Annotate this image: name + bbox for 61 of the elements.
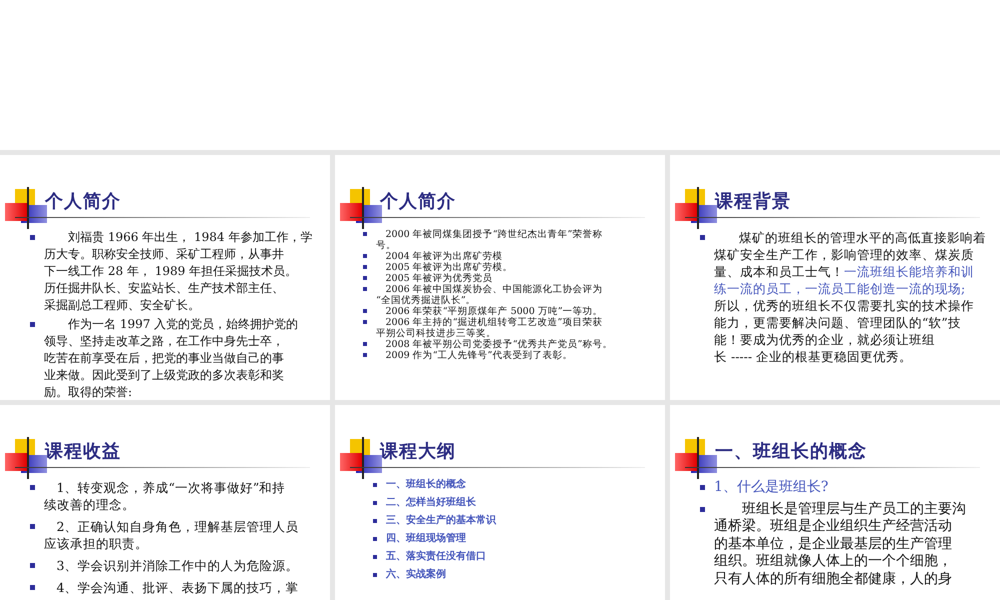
slide[interactable] xyxy=(335,155,665,400)
bullet-text: 4、学会沟通、批评、表扬下属的技巧，掌 xyxy=(56,579,298,596)
bullet-text: 3、学会识别并消除工作中的人为危险源。 xyxy=(56,557,298,574)
slide[interactable]: 课程收益 1、转变观念，养成“一次将事做好”和持 续改善的理念。 2、正确认知自身角色，理解基层管理人员 应该承担的职责。 3、学会识别并消除工作中的人为危险源。 4、学会沟通、批评、表扬下属的技巧，掌 xyxy=(0,405,330,600)
bullet-text: 二、怎样当好班组长 xyxy=(386,497,476,509)
bullet-icon xyxy=(700,506,705,512)
bullet-text: 作为一名 1997 入党的党员，始终拥护党的 领导、坚持走改革之路，在工作中身先士卒， 吃苦在前享受在后，把党的事业当做自己的事 业来做。因此受到了上级党政的多次表彰和奖 励。取得的荣誉: xyxy=(44,316,298,400)
slide[interactable]: 课程背景 煤矿的班组长的管理水平的高低直接影响着 煤矿安全生产工作，影响管理的效率、煤炭质 量、成本和员工士气！一流班组长能培养和训 练一流的员工，一流员工能创造一流的现场; 所以，优秀的班组长不仅需要扎实的技术操作 能力，更需要解决问题、管理团队的“软”技 能！要成为优秀的企业，就必须让班组 长 ----- 企业的根基更稳固更优秀。 xyxy=(670,155,1000,400)
bullet-icon xyxy=(373,573,377,577)
slide[interactable]: 课程大纲 一、班组长的概念 二、怎样当好班组长 三、安全生产的基本常识 四、班组现场管理 五、落实责任没有借口 六、实战案例 xyxy=(335,405,665,600)
bullet-text: 一、班组长的概念 xyxy=(386,479,466,491)
bullet-text: 2005 年被评为优秀党员 xyxy=(384,273,493,284)
bullet-icon xyxy=(363,309,367,313)
bullet-text: 2009 作为“工人先锋号”代表受到了表彰。 xyxy=(384,350,572,361)
slide-title: 个人简介 xyxy=(380,190,456,213)
bullet-icon xyxy=(363,287,367,291)
bullet-text: 五、落实责任没有借口 xyxy=(386,551,486,563)
bullet-icon xyxy=(373,537,377,541)
slide-title: 一、班组长的概念 xyxy=(715,440,867,463)
bullet-text: 2006 年主持的“掘进机组转弯工艺改造”项目荣获 平朔公司科技进步三等奖。 xyxy=(376,317,602,339)
bullet-text: 2004 年被评为出席矿劳模 xyxy=(384,251,503,262)
bullet-icon xyxy=(700,485,705,490)
bullet-text: 2008 年被平朔公司党委授予“优秀共产党员”称号。 xyxy=(384,339,612,350)
bullet-text: 煤矿的班组长的管理水平的高低直接影响着 煤矿安全生产工作，影响管理的效率、煤炭质 量、成本和员工士气！一流班组长能培养和训 练一流的员工，一流员工能创造一流的现场; 所以，优秀的班组长不仅需要扎实的技术操作 能力，更需要解决问题、管理团队的“软”技 能！要成为优秀的企业，就必须让班组 长 ----- 企业的根基更稳固更优秀。 xyxy=(714,229,986,365)
bullet-icon xyxy=(30,563,35,568)
bullet-icon xyxy=(373,519,377,523)
bullet-text: 四、班组现场管理 xyxy=(386,533,466,545)
bullet-icon xyxy=(30,235,35,240)
bullet-text: 班组长是管理层与生产员工的主要沟 通桥梁。班组是企业组织生产经营活动 的基本单位，是企业最基层的生产管理 组织。班组就像人体上的一个个细胞， 只有人体的所有细胞全都健康，人的身 xyxy=(714,500,966,588)
bullet-text: 刘福贵 1966 年出生， 1984 年参加工作，学 历大专。职称安全技师、采矿工程师，从事井 下一线工作 28 年， 1989 年担任采掘技术员。 历任掘井队长、安监站长、生产技术部主任、 采掘副总工程师、安全矿长。 xyxy=(44,229,312,314)
slide-title: 课程收益 xyxy=(45,440,121,463)
bullet-text: 1、什么是班组长? xyxy=(714,479,828,496)
bullet-icon xyxy=(363,353,367,357)
bullet-icon xyxy=(363,254,367,258)
slide-title: 课程大纲 xyxy=(380,440,456,463)
bullet-text: 2000 年被同煤集团授予“跨世纪杰出青年”荣誉称 号。 xyxy=(376,229,602,251)
bullet-text: 三、安全生产的基本常识 xyxy=(386,515,496,527)
bullet-icon xyxy=(363,232,367,236)
bullet-icon xyxy=(373,483,377,487)
title-decoration-drawing xyxy=(675,437,717,479)
bullet-icon xyxy=(30,322,35,327)
bullet-icon xyxy=(363,320,367,324)
bullet-text: 2006 年被中国煤炭协会、中国能源化工协会评为 “全国优秀掘进队长”。 xyxy=(376,284,603,306)
bullet-text: 2006 年荣获“平朔原煤年产 5000 万吨”一等功。 xyxy=(384,306,603,317)
bullet-icon xyxy=(363,265,367,269)
bullet-icon xyxy=(373,555,377,559)
bullet-icon xyxy=(30,585,35,590)
bullet-icon xyxy=(700,235,705,240)
bullet-icon xyxy=(363,342,367,346)
bullet-icon xyxy=(30,524,35,529)
slide-title: 课程背景 xyxy=(715,190,791,213)
bullet-text: 1、转变观念，养成“一次将事做好”和持 续改善的理念。 xyxy=(44,479,286,513)
bullet-icon xyxy=(30,485,35,490)
bullet-text: 2、正确认知自身角色，理解基层管理人员 应该承担的职责。 xyxy=(44,518,298,552)
bullet-icon xyxy=(363,276,367,280)
slide-title: 个人简介 xyxy=(45,190,121,213)
bullet-text: 2005 年被评为出席矿劳模。 xyxy=(384,262,513,273)
slide[interactable] xyxy=(0,155,330,400)
slide[interactable]: 一、班组长的概念 1、什么是班组长? 班组长是管理层与生产员工的主要沟 通桥梁。班组是企业组织生产经营活动 的基本单位，是企业最基层的生产管理 组织。班组就像人体上的一个个细胞， 只有人体的所有细胞全都健康，人的身 xyxy=(670,405,1000,600)
bullet-text: 六、实战案例 xyxy=(386,569,446,581)
bullet-icon xyxy=(373,501,377,505)
